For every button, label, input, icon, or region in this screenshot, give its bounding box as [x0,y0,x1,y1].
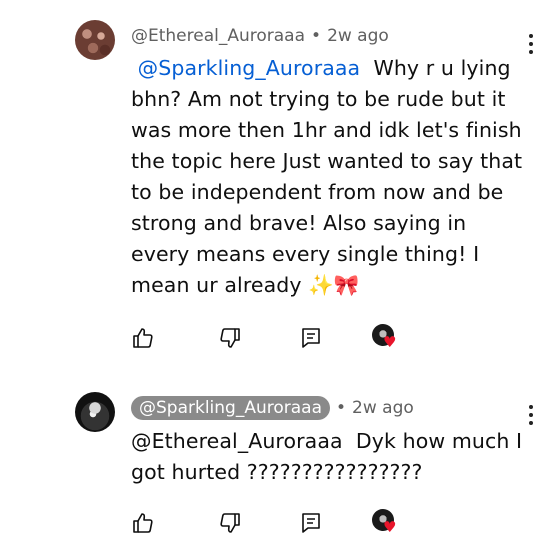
reply-icon [302,513,320,533]
comment-time: 2w ago [352,398,414,418]
reply-button[interactable] [299,511,325,537]
mention-link[interactable]: @Sparkling_Auroraaa [138,56,361,80]
comment-author[interactable]: @Ethereal_Auroraaa [131,26,305,46]
reply-button[interactable] [299,326,325,352]
comment-body: @Ethereal_Auroraaa Dyk how much I got hu… [131,426,526,488]
like-button[interactable] [131,511,157,537]
more-options-icon[interactable] [528,405,534,425]
comment-meta: @Ethereal_Auroraaa • 2w ago [131,26,389,46]
heart-icon: ♥ [383,333,397,351]
avatar[interactable] [75,20,115,60]
meta-separator: • [336,398,347,418]
avatar[interactable] [75,392,115,432]
like-icon [133,328,153,348]
comment-actions: ♥ [131,324,431,356]
comment-text: Why r u lying bhn? Am not trying to be r… [131,56,523,297]
heart-icon: ♥ [383,518,397,536]
creator-heart: ♥ [372,509,402,539]
like-icon [133,513,153,533]
like-button[interactable] [131,326,157,352]
comment-author[interactable]: @Sparkling_Auroraaa [131,396,331,420]
dislike-button[interactable] [218,326,244,352]
creator-heart: ♥ [372,324,402,354]
dislike-button[interactable] [218,511,244,537]
reply-icon [302,328,320,348]
dislike-icon [220,328,240,348]
dislike-icon [220,513,240,533]
comment-meta: @Sparkling_Auroraaa • 2w ago [131,396,414,420]
mention-link[interactable]: @Ethereal_Auroraaa [131,429,343,453]
comment-time: 2w ago [327,26,389,46]
meta-separator: • [311,26,322,46]
more-options-icon[interactable] [528,34,534,54]
comment-actions: ♥ [131,509,431,541]
comment-body: @Sparkling_Auroraaa Why r u lying bhn? A… [131,53,531,301]
